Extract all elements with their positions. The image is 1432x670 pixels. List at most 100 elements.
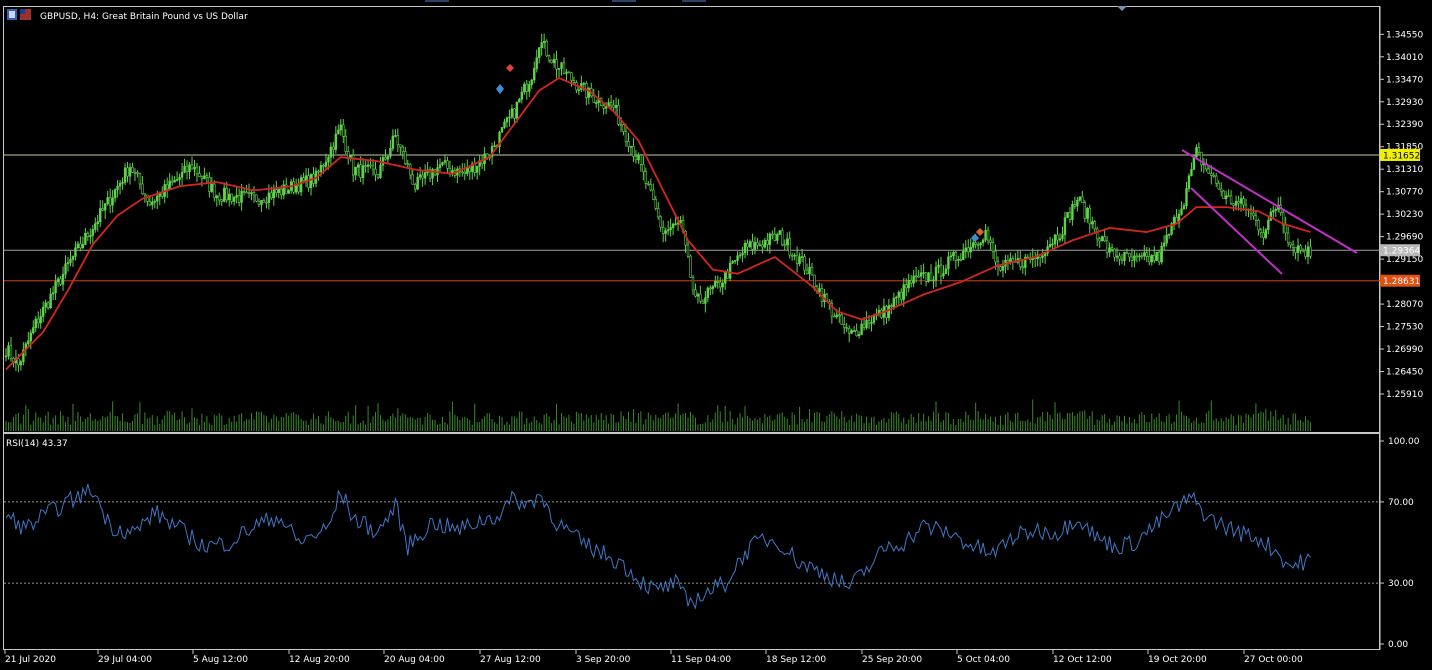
candle-body	[1190, 169, 1193, 177]
candle-body	[736, 255, 739, 261]
candle-body	[892, 297, 896, 307]
candle-body	[1267, 220, 1270, 230]
candle-body	[66, 262, 70, 264]
rsi-tick-label: 100.00	[1388, 437, 1420, 447]
candle-body	[354, 167, 357, 176]
candle-body	[1252, 212, 1255, 217]
candle-body	[195, 166, 199, 174]
candle-body	[1056, 234, 1059, 241]
candle-body	[500, 127, 504, 133]
candle-body	[247, 191, 251, 194]
symbol-title: GBPUSD, H4: Great Britain Pound vs US Do…	[40, 12, 248, 22]
candle-body	[475, 166, 479, 173]
candle-body	[862, 323, 866, 328]
candle-body	[190, 164, 194, 170]
candle-body	[324, 161, 328, 167]
candle-body	[649, 184, 653, 191]
candle-body	[674, 223, 677, 226]
time-tick-label: 5 Aug 12:00	[193, 655, 248, 665]
candle-body	[294, 185, 298, 193]
candle-body	[235, 195, 238, 198]
candle-body	[327, 156, 330, 163]
candle-body	[399, 144, 402, 148]
candle-body	[542, 40, 546, 43]
candle-body	[332, 146, 335, 150]
candle-body	[232, 196, 236, 202]
price-label-upper: 1.31652	[1383, 151, 1420, 161]
candle-body	[1048, 244, 1052, 247]
candle-body	[267, 192, 271, 203]
candle-body	[79, 243, 82, 249]
candle-body	[1063, 217, 1067, 235]
candle-body	[366, 164, 370, 167]
candle-body	[691, 277, 695, 291]
candle-body	[525, 83, 529, 92]
candle-body	[409, 163, 412, 176]
candle-body	[94, 223, 97, 230]
chart-canvas[interactable]: GBPUSD, H4: Great Britain Pound vs US Do…	[0, 0, 1432, 666]
candle-body	[790, 254, 794, 257]
candle-body	[550, 59, 553, 64]
candle-body	[108, 197, 112, 206]
candle-body	[84, 232, 87, 245]
candle-body	[386, 155, 390, 160]
candle-body	[1058, 238, 1062, 241]
candle-body	[280, 188, 283, 196]
candle-body	[614, 105, 618, 108]
candle-body	[746, 243, 749, 248]
chart-window[interactable]: GBPUSD, H4: Great Britain Pound vs US Do…	[0, 0, 1432, 666]
candle-body	[570, 72, 573, 81]
candle-body	[1264, 229, 1268, 238]
candle-body	[339, 124, 342, 131]
candle-body	[1272, 210, 1275, 213]
candle-body	[1291, 244, 1295, 248]
candle-body	[840, 314, 843, 325]
candle-body	[847, 328, 851, 334]
candle-body	[1128, 253, 1131, 258]
candle-body	[1148, 256, 1151, 263]
upper-trendline[interactable]	[1181, 149, 1358, 254]
candle-body	[9, 345, 13, 359]
candle-body	[617, 105, 620, 125]
chart-shift-marker[interactable]	[1117, 6, 1127, 11]
candle-body	[89, 235, 92, 238]
candle-body	[711, 286, 715, 290]
candle-body	[810, 266, 814, 276]
candle-body	[17, 358, 20, 366]
candle-body	[1103, 236, 1106, 242]
candle-body	[32, 327, 35, 334]
candle-body	[756, 242, 759, 246]
time-tick-label: 19 Oct 20:00	[1148, 655, 1207, 665]
candle-body	[515, 101, 519, 119]
candle-body	[924, 272, 928, 282]
candle-body	[557, 68, 561, 70]
candle-body	[622, 124, 625, 132]
candle-body	[1110, 247, 1114, 250]
candle-body	[1135, 255, 1139, 258]
candle-body	[540, 42, 543, 49]
candle-body	[384, 157, 387, 160]
candle-body	[423, 172, 427, 179]
candle-body	[686, 244, 690, 257]
volume-histogram	[5, 399, 1311, 431]
candle-body	[969, 246, 972, 253]
candle-body	[138, 173, 142, 185]
candle-body	[466, 167, 469, 174]
candle-body	[76, 243, 80, 249]
candle-body	[530, 79, 533, 85]
candle-body	[1130, 256, 1134, 261]
candle-body	[845, 327, 848, 329]
candle-body	[964, 247, 967, 252]
candle-body	[421, 174, 424, 179]
candle-body	[947, 256, 950, 270]
candle-body	[1217, 182, 1220, 190]
candle-body	[743, 243, 747, 254]
candle-body	[929, 272, 933, 281]
candle-body	[1301, 249, 1305, 252]
candle-body	[661, 226, 665, 234]
candle-body	[131, 167, 134, 173]
candle-body	[733, 260, 737, 262]
candle-body	[547, 55, 551, 61]
candle-body	[44, 302, 47, 308]
candle-body	[334, 133, 338, 150]
